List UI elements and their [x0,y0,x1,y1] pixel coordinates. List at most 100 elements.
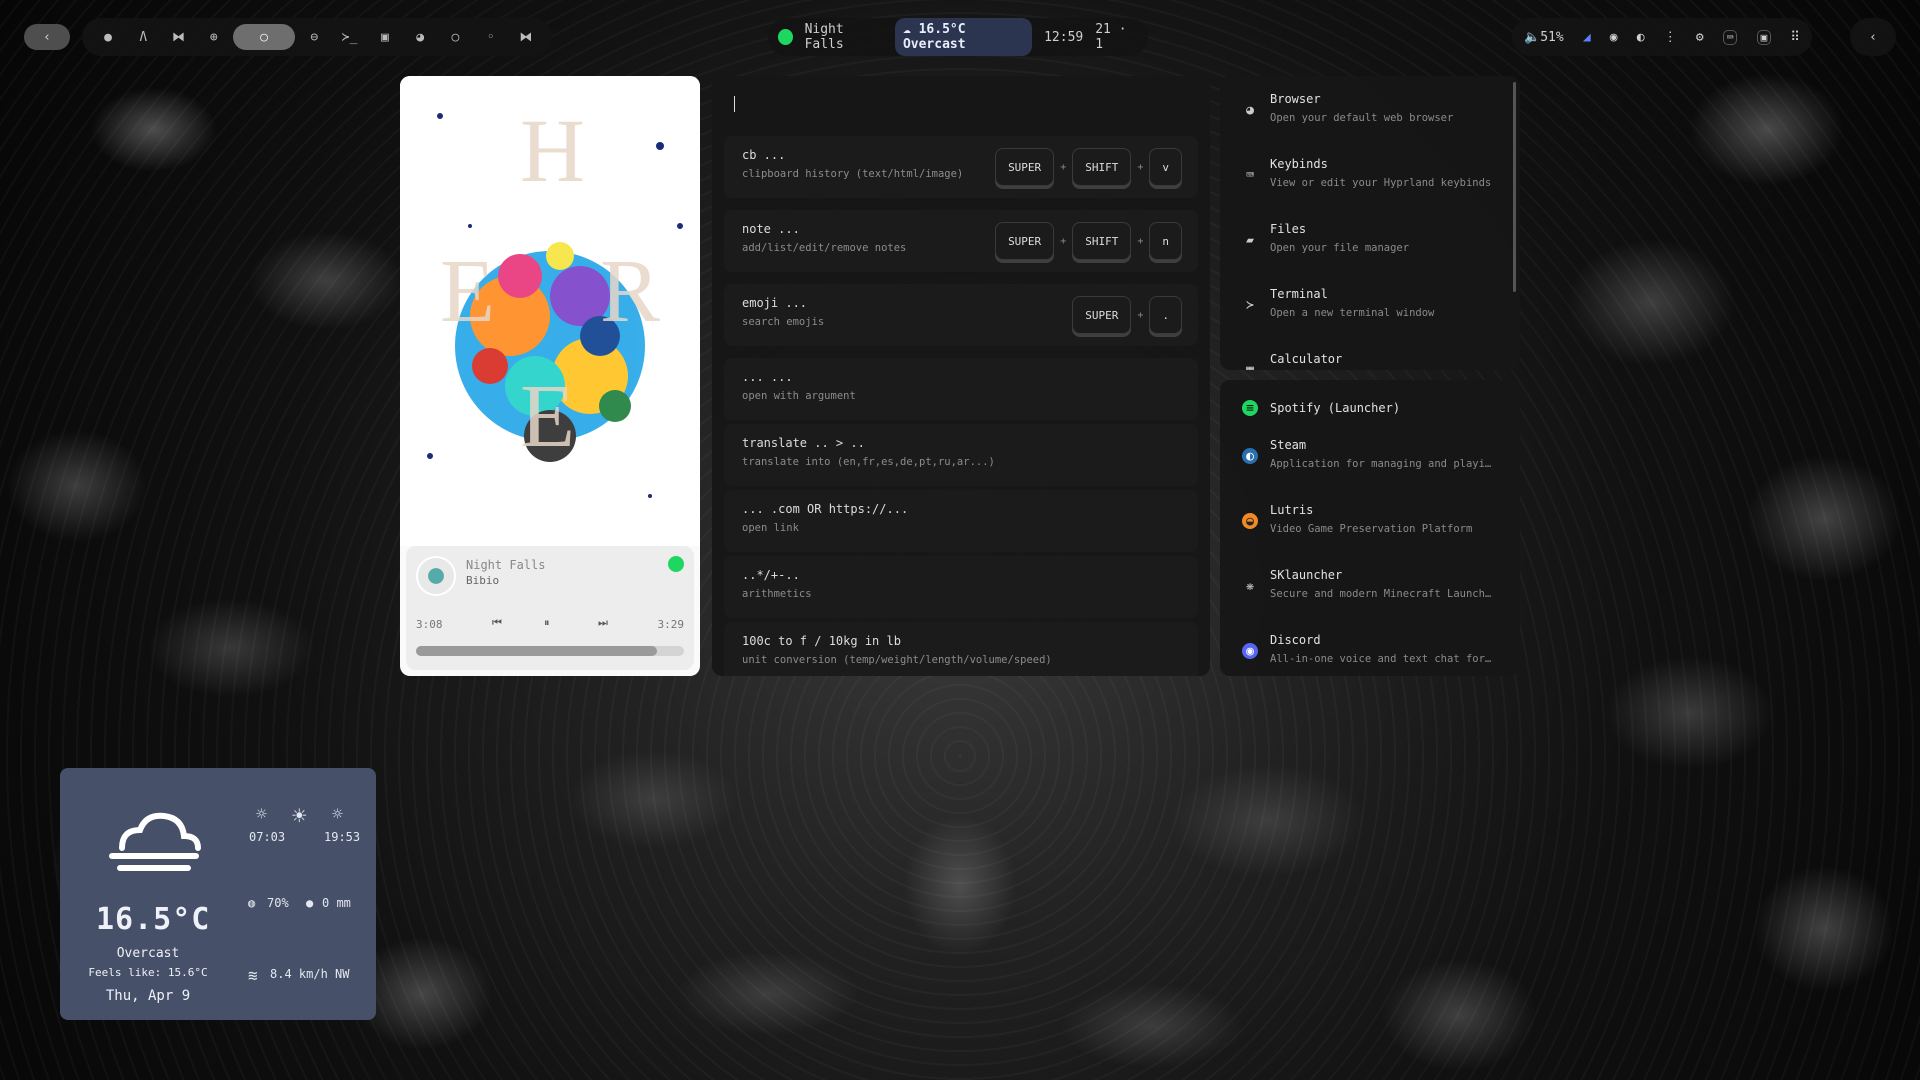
workspace-10[interactable]: ○ [439,24,471,50]
weather-widget: 16.5°C Overcast Feels like: 15.6°C Thu, … [60,768,376,1020]
more-icon[interactable]: ⋮ [1664,30,1677,45]
now-playing-title[interactable]: Night Falls [805,22,883,52]
progress-fill [416,646,658,656]
app-item-sklauncher[interactable]: ❋ SKlauncher Secure and modern Minecraft… [1230,558,1506,616]
player-controls: Night Falls Bibio 3:08 ⏮ ⏸ ⏭ 3:29 [406,546,694,670]
system-tray: 🔈51% ◢ ◉ ◐ ⋮ ⚙ ⌨ ▣ ⠿ [1512,18,1812,56]
command-item[interactable]: note ... add/list/edit/remove notes SUPE… [724,210,1198,272]
app-desc: Open a new terminal window [1270,307,1435,319]
scrollbar[interactable] [1513,82,1516,292]
wind: 8.4 km/h NW [270,967,350,981]
command-item[interactable]: cb ... clipboard history (text/html/imag… [724,136,1198,198]
volume-value: 51% [1540,29,1564,45]
top-bar: ‹ ● Ʌ ⧓ ⊕ ○ ⊖ ≻_ ▣ ◕ ○ ◦ ⧓ Night Falls ☁… [0,18,1920,58]
settings-icon[interactable]: ⚙ [1696,30,1704,45]
spotify-icon: ≡ [1242,400,1258,416]
keyboard-icon[interactable]: ⌨ [1722,29,1738,45]
grid-icon[interactable]: ⠿ [1790,30,1800,45]
app-desc: View or edit your Hyprland keybinds [1270,177,1492,189]
chevron-left-icon: ‹ [1869,29,1877,45]
app-name: Browser [1270,92,1321,106]
command-desc: open with argument [742,390,856,402]
steam-icon[interactable]: ◐ [1637,30,1645,45]
elapsed-time: 3:08 [416,618,443,631]
chevron-left-icon: ‹ [43,29,51,45]
command-item[interactable]: 100c to f / 10kg in lb unit conversion (… [724,622,1198,676]
date[interactable]: 21 · 1 [1095,22,1138,52]
discord-icon: ◉ [1242,643,1258,659]
command-item[interactable]: emoji ... search emojis SUPER + . [724,284,1198,346]
app-name: Steam [1270,438,1307,452]
app-item-discord[interactable]: ◉ Discord All-in-one voice and text chat… [1230,623,1506,676]
search-input[interactable] [734,96,735,112]
workspace-5-active[interactable]: ○ [233,24,296,50]
app-desc: All-in-one voice and text chat for… [1270,653,1492,665]
precipitation-icon: ● [306,896,314,910]
workspace-3[interactable]: ⧓ [163,24,195,50]
feels-like: Feels like: 15.6°C [88,966,208,979]
command-item[interactable]: translate .. > .. translate into (en,fr,… [724,424,1198,486]
workspace-7[interactable]: ≻_ [334,24,366,50]
progress-bar[interactable] [416,646,684,656]
art-letter-1: H [520,102,585,201]
sunrise-time: 07:03 [249,830,286,844]
workspace-2[interactable]: Ʌ [127,24,159,50]
command-name: ..*/+-.. [742,568,800,582]
key-cap: SUPER [995,222,1055,260]
workspace-12[interactable]: ⧓ [510,24,542,50]
key-cap: v [1149,148,1182,186]
keybind: SUPER + . [1072,296,1182,334]
workspace-1[interactable]: ● [92,24,124,50]
app-list-top: ◕ Browser Open your default web browser … [1220,76,1520,370]
expand-button[interactable]: ‹ [1850,18,1896,56]
calculator-icon: ▦ [1246,362,1254,371]
key-cap: SHIFT [1072,148,1132,186]
track-artist: Bibio [466,574,500,587]
app-item-keybinds[interactable]: ⌨ Keybinds View or edit your Hyprland ke… [1230,147,1506,205]
app-list-bottom: ≡ Spotify (Launcher) ◐ Steam Application… [1220,380,1520,676]
command-item[interactable]: ... ... open with argument [724,358,1198,420]
command-desc: unit conversion (temp/weight/length/volu… [742,654,1052,666]
media-player-card: H E R E Night Falls Bibio 3:08 ⏮ ⏸ ⏭ 3:2… [400,76,700,676]
workspace-8[interactable]: ▣ [369,24,401,50]
workspace-9[interactable]: ◕ [404,24,436,50]
next-track-icon[interactable]: ⏭ [598,616,608,630]
app-item-browser[interactable]: ◕ Browser Open your default web browser [1230,82,1506,140]
track-title: Night Falls [466,558,546,572]
key-cap: . [1149,296,1182,334]
key-cap: SUPER [995,148,1055,186]
app-name: Discord [1270,633,1321,647]
app-item-files[interactable]: ▰ Files Open your file manager [1230,212,1506,270]
sunrise-icon: ☼ [256,804,267,825]
art-letter-3: R [600,242,660,341]
pause-icon[interactable]: ⏸ [544,616,550,630]
app-item-steam[interactable]: ◐ Steam Application for managing and pla… [1230,428,1506,486]
command-name: emoji ... [742,296,808,310]
humidity-icon: ◍ [248,896,256,910]
screenshot-icon[interactable]: ▣ [1756,29,1772,45]
app-item-calculator[interactable]: ▦ Calculator [1230,342,1506,370]
command-item[interactable]: ... .com OR https://... open link [724,490,1198,552]
folder-icon: ▰ [1246,232,1254,248]
workspace-6[interactable]: ⊖ [298,24,330,50]
lutris-icon: ◒ [1242,513,1258,529]
app-item-lutris[interactable]: ◒ Lutris Video Game Preservation Platfor… [1230,493,1506,551]
volume-indicator[interactable]: 🔈51% [1524,30,1564,45]
globe-icon: ◕ [1246,102,1254,118]
wifi-icon[interactable]: ◢ [1583,30,1591,45]
app-item-terminal[interactable]: ≻ Terminal Open a new terminal window [1230,277,1506,335]
status-center: Night Falls ☁ 16.5°C Overcast 12:59 21 ·… [768,18,1148,56]
steam-icon: ◐ [1242,448,1258,464]
back-button[interactable]: ‹ [24,24,70,50]
weather-chip[interactable]: ☁ 16.5°C Overcast [894,18,1033,56]
previous-track-icon[interactable]: ⏮ [492,616,502,630]
discord-icon[interactable]: ◉ [1610,30,1618,45]
workspace-4[interactable]: ⊕ [198,24,230,50]
key-plus: + [1137,161,1144,173]
clock[interactable]: 12:59 [1044,30,1083,45]
command-name: 100c to f / 10kg in lb [742,634,901,648]
spotify-icon[interactable] [778,29,793,45]
spotify-icon [668,556,684,572]
command-item[interactable]: ..*/+-.. arithmetics [724,556,1198,618]
workspace-11[interactable]: ◦ [475,24,507,50]
